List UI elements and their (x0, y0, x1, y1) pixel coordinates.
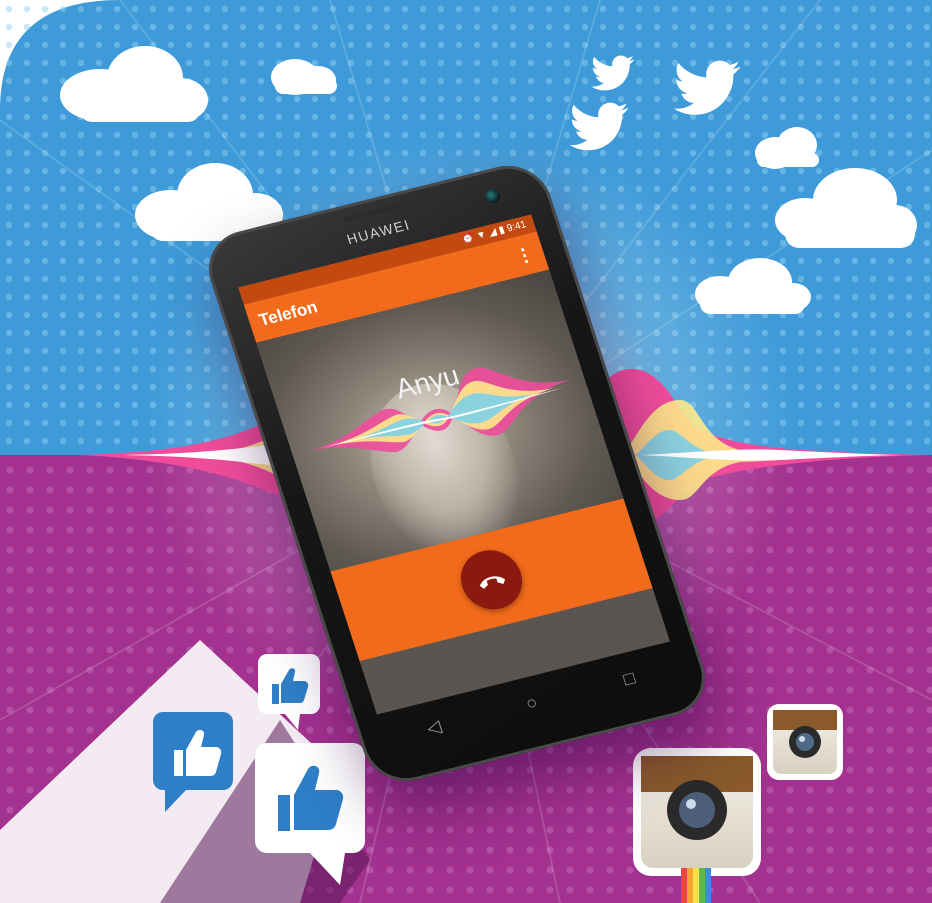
status-time: 9:41 (505, 219, 528, 235)
back-triangle-icon[interactable]: ◁ (411, 712, 456, 742)
home-circle-icon[interactable]: ○ (509, 688, 554, 718)
battery-icon: ▮ (497, 224, 507, 237)
promo-scene: HUAWEI ⏰ ▼ ◢ ▮ 9:41 Telefon ⋮ Anyu ◁ ○ □ (0, 0, 932, 903)
signal-icon: ◢ (487, 226, 499, 239)
phone-hangup-icon (479, 576, 506, 589)
app-title: Telefon (256, 297, 320, 330)
end-call-button[interactable] (453, 543, 530, 616)
alarm-icon: ⏰ (460, 232, 476, 246)
recents-square-icon[interactable]: □ (606, 664, 651, 694)
more-vert-icon[interactable]: ⋮ (510, 234, 540, 276)
wifi-icon: ▼ (474, 229, 488, 242)
